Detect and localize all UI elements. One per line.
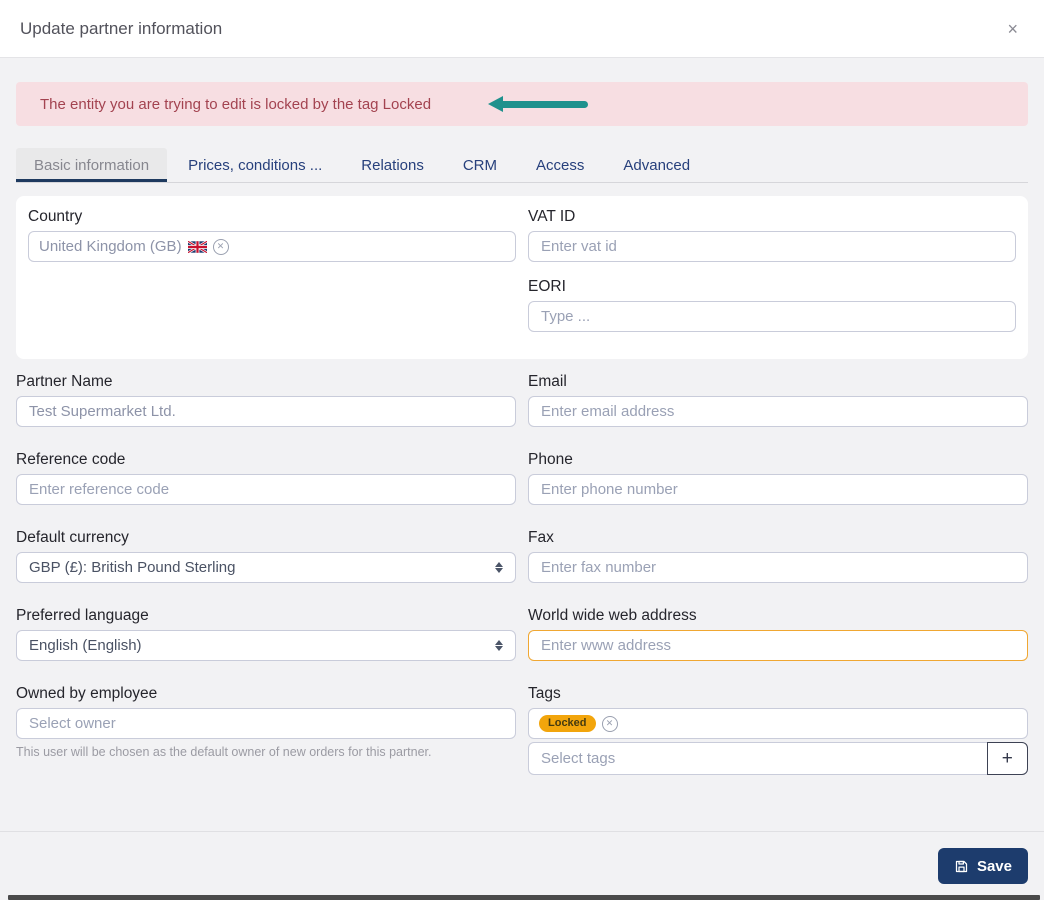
locked-alert-banner: The entity you are trying to edit is loc… [16, 82, 1028, 126]
country-value: United Kingdom (GB) [39, 238, 182, 255]
www-label: World wide web address [528, 607, 697, 624]
modal-footer: Save [0, 831, 1044, 900]
preferred-language-value: English (English) [29, 637, 142, 654]
locked-alert-text: The entity you are trying to edit is loc… [40, 95, 432, 113]
tag-remove-icon[interactable]: ✕ [601, 715, 618, 732]
tab-prices-conditions[interactable]: Prices, conditions ... [170, 148, 340, 182]
www-input[interactable] [528, 630, 1028, 661]
tab-crm[interactable]: CRM [445, 148, 515, 182]
tags-input[interactable] [528, 742, 988, 775]
preferred-language-select[interactable]: English (English) [16, 630, 516, 661]
partner-form: Partner Name Email Reference code Phone … [16, 373, 1028, 775]
modal-body: The entity you are trying to edit is loc… [0, 58, 1044, 831]
owner-help-text: This user will be chosen as the default … [16, 745, 432, 759]
fax-label: Fax [528, 529, 554, 546]
country-field[interactable]: United Kingdom (GB) ✕ [28, 231, 516, 262]
eori-input[interactable] [528, 301, 1016, 332]
add-tag-button[interactable]: + [986, 742, 1028, 775]
email-label: Email [528, 373, 567, 390]
owner-label: Owned by employee [16, 685, 158, 702]
update-partner-modal: Update partner information × The entity … [0, 0, 1044, 900]
save-button-label: Save [976, 857, 1012, 875]
partner-name-label: Partner Name [16, 373, 113, 390]
annotation-arrow-icon [488, 96, 588, 112]
save-button[interactable]: Save [937, 848, 1028, 884]
email-input[interactable] [528, 396, 1028, 427]
select-arrows-icon [495, 640, 503, 651]
country-vat-card: Country United Kingdom (GB) ✕ VAT ID Ent… [16, 196, 1028, 359]
modal-header: Update partner information × [0, 0, 1044, 58]
close-icon[interactable]: × [1001, 18, 1024, 40]
tab-access[interactable]: Access [518, 148, 602, 182]
vat-input[interactable] [528, 231, 1016, 262]
default-currency-select[interactable]: GBP (£): British Pound Sterling [16, 552, 516, 583]
uk-flag-icon [187, 240, 207, 253]
tab-relations[interactable]: Relations [343, 148, 442, 182]
tags-label: Tags [528, 685, 561, 702]
fax-input[interactable] [528, 552, 1028, 583]
phone-label: Phone [528, 451, 573, 468]
reference-code-input[interactable] [16, 474, 516, 505]
tab-advanced[interactable]: Advanced [605, 148, 708, 182]
tab-bar: Basic information Prices, conditions ...… [16, 148, 1028, 183]
tab-basic-information[interactable]: Basic information [16, 148, 168, 182]
modal-title: Update partner information [20, 18, 223, 38]
eori-label: EORI [528, 278, 566, 295]
tags-select-row: + [528, 742, 1028, 775]
preferred-language-label: Preferred language [16, 607, 149, 624]
reference-code-label: Reference code [16, 451, 126, 468]
country-remove-icon[interactable]: ✕ [212, 238, 229, 255]
tag-locked: Locked [539, 715, 596, 732]
phone-input[interactable] [528, 474, 1028, 505]
vat-label: VAT ID [528, 208, 576, 225]
country-label: Country [28, 208, 83, 225]
applied-tags-box: Locked ✕ [528, 708, 1028, 739]
default-currency-label: Default currency [16, 529, 129, 546]
partner-name-input[interactable] [16, 396, 516, 427]
window-bottom-edge [8, 895, 1040, 900]
select-arrows-icon [495, 562, 503, 573]
save-icon [954, 859, 969, 874]
owner-input[interactable] [16, 708, 516, 739]
default-currency-value: GBP (£): British Pound Sterling [29, 559, 236, 576]
